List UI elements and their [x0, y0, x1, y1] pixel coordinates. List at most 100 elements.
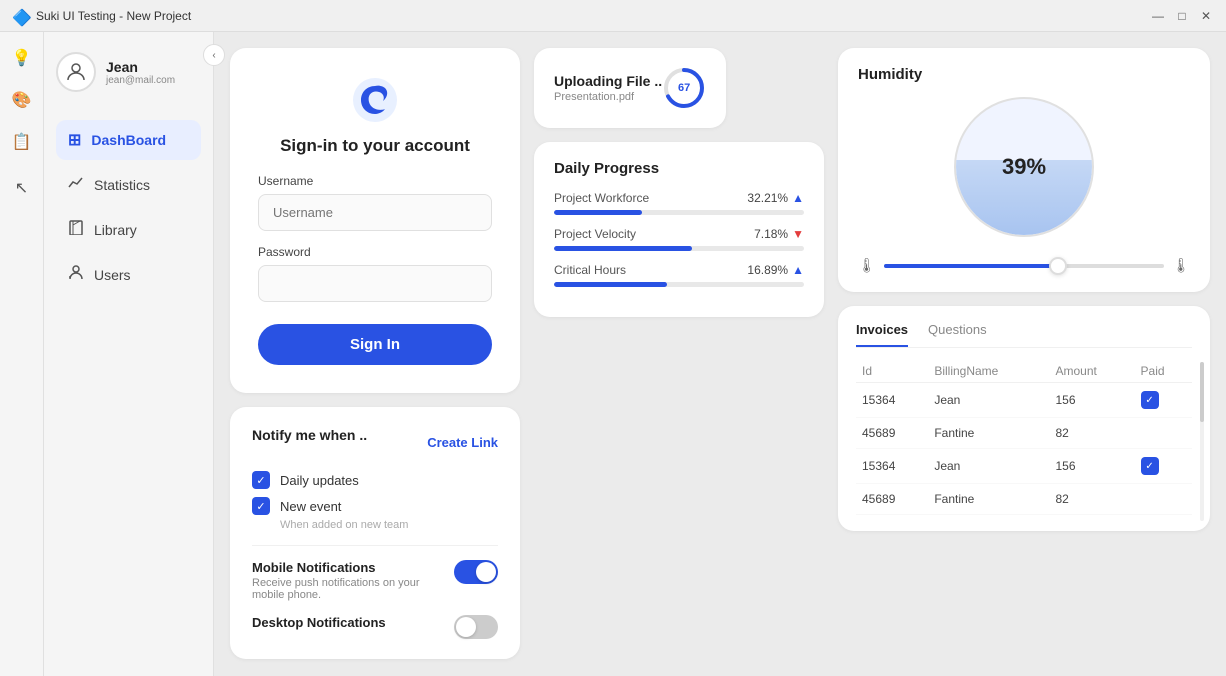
sidebar-item-statistics[interactable]: Statistics [56, 164, 201, 205]
daily-progress-title: Daily Progress [554, 160, 804, 177]
humidity-slider[interactable] [884, 264, 1164, 268]
mobile-notifications-toggle[interactable] [454, 560, 498, 584]
sidebar-item-dashboard[interactable]: ⊞ DashBoard [56, 120, 201, 160]
desktop-notifications-title: Desktop Notifications [252, 615, 386, 630]
table-header-row: Id BillingName Amount Paid [856, 360, 1192, 383]
progress-row-velocity: Project Velocity 7.18% ▼ [554, 227, 804, 251]
thermo-left-icon: 🌡 [858, 257, 876, 274]
checkbox-daily-updates[interactable]: ✓ Daily updates [252, 471, 498, 489]
slider-thumb[interactable] [1049, 257, 1067, 275]
notify-card: Notify me when .. Create Link ✓ Daily up… [230, 407, 520, 659]
critical-label: Critical Hours [554, 263, 626, 277]
signin-logo [351, 76, 399, 124]
cell-amount: 156 [1050, 383, 1135, 418]
toggle-thumb-desktop [456, 617, 476, 637]
velocity-value: 7.18% ▼ [754, 227, 804, 241]
upload-progress-circle: 67 [662, 66, 706, 110]
col-paid: Paid [1135, 360, 1192, 383]
new-event-checkbox[interactable]: ✓ [252, 497, 270, 515]
cell-amount: 82 [1050, 418, 1135, 449]
tab-questions[interactable]: Questions [928, 322, 987, 347]
sidebar: ‹ Jean jean@mail.com ⊞ DashBoard [44, 32, 214, 676]
username-input[interactable] [258, 194, 492, 231]
titlebar: 🔷 Suki UI Testing - New Project — □ ✕ [0, 0, 1226, 32]
cursor-icon: ↖ [8, 174, 36, 202]
palette-icon[interactable]: 🎨 [8, 86, 36, 114]
divider [252, 545, 498, 546]
upload-percent: 67 [678, 82, 690, 94]
cell-paid [1135, 484, 1192, 515]
cell-id: 45689 [856, 484, 928, 515]
maximize-button[interactable]: □ [1174, 8, 1190, 24]
checkbox-new-event[interactable]: ✓ New event [252, 497, 498, 515]
invoices-card: Invoices Questions Id BillingName Amount… [838, 306, 1210, 531]
password-label: Password [258, 245, 492, 259]
daily-progress-card: Daily Progress Project Workforce 32.21% … [534, 142, 824, 317]
sidebar-collapse-button[interactable]: ‹ [203, 44, 225, 66]
notify-title: Notify me when .. [252, 427, 367, 443]
workforce-bar [554, 210, 804, 215]
cell-paid: ✓ [1135, 449, 1192, 484]
scrollbar-thumb[interactable] [1200, 362, 1204, 422]
humidity-percentage: 39% [1002, 154, 1046, 180]
sidebar-item-label-dashboard: DashBoard [91, 132, 166, 148]
desktop-notifications-row: Desktop Notifications [252, 615, 498, 639]
sidebar-item-label-statistics: Statistics [94, 177, 150, 193]
humidity-card: Humidity 39% 🌡 🌡 [838, 48, 1210, 292]
daily-updates-checkbox[interactable]: ✓ [252, 471, 270, 489]
up-arrow-icon: ▲ [792, 191, 804, 205]
create-link-button[interactable]: Create Link [427, 435, 498, 450]
tab-invoices[interactable]: Invoices [856, 322, 908, 347]
workforce-label: Project Workforce [554, 191, 649, 205]
app-container: 💡 🎨 📋 ↖ ‹ Jean jean@mail.com ⊞ DashBoard [0, 32, 1226, 676]
new-event-label: New event [280, 499, 341, 514]
signin-button[interactable]: Sign In [258, 324, 492, 365]
col-amount: Amount [1050, 360, 1135, 383]
lightbulb-icon[interactable]: 💡 [8, 44, 36, 72]
table-row: 15364 Jean 156 ✓ [856, 449, 1192, 484]
password-input[interactable] [258, 265, 492, 302]
progress-row-workforce: Project Workforce 32.21% ▲ [554, 191, 804, 215]
minimize-button[interactable]: — [1150, 8, 1166, 24]
critical-bar-fill [554, 282, 667, 287]
mobile-notifications-row: Mobile Notifications Receive push notifi… [252, 560, 498, 601]
library-icon [68, 219, 84, 240]
humidity-title: Humidity [858, 66, 922, 83]
app-icon: 🔷 [12, 8, 28, 24]
mobile-notifications-info: Mobile Notifications Receive push notifi… [252, 560, 454, 601]
sidebar-item-library[interactable]: Library [56, 209, 201, 250]
paid-checkbox[interactable]: ✓ [1141, 457, 1159, 475]
desktop-notifications-info: Desktop Notifications [252, 615, 386, 630]
users-icon [68, 264, 84, 285]
invoice-table-body: 15364 Jean 156 ✓ 45689 Fantine 82 15364 … [856, 383, 1192, 515]
username-group: Username [258, 174, 492, 231]
mobile-notifications-title: Mobile Notifications [252, 560, 454, 575]
close-button[interactable]: ✕ [1198, 8, 1214, 24]
icon-toolbar: 💡 🎨 📋 ↖ [0, 32, 44, 676]
invoices-table: Id BillingName Amount Paid 15364 Jean 15… [856, 360, 1192, 515]
password-group: Password [258, 245, 492, 302]
sidebar-item-users[interactable]: Users [56, 254, 201, 295]
humidity-gauge: 39% [954, 97, 1094, 237]
critical-value: 16.89% ▲ [747, 263, 804, 277]
velocity-label: Project Velocity [554, 227, 636, 241]
user-email: jean@mail.com [106, 75, 175, 86]
statistics-icon [68, 174, 84, 195]
table-row: 45689 Fantine 82 [856, 418, 1192, 449]
cell-amount: 156 [1050, 449, 1135, 484]
desktop-notifications-toggle[interactable] [454, 615, 498, 639]
paid-checkbox[interactable]: ✓ [1141, 391, 1159, 409]
user-name: Jean [106, 59, 175, 75]
humidity-slider-row: 🌡 🌡 [858, 257, 1190, 274]
velocity-bar-fill [554, 246, 692, 251]
up-arrow-critical-icon: ▲ [792, 263, 804, 277]
dashboard-icon: ⊞ [68, 130, 81, 150]
upload-subtitle: Presentation.pdf [554, 91, 662, 103]
col-billing: BillingName [928, 360, 1049, 383]
daily-updates-label: Daily updates [280, 473, 359, 488]
col2: Uploading File .. Presentation.pdf 67 Da… [534, 48, 824, 317]
toggle-thumb [476, 562, 496, 582]
cell-paid: ✓ [1135, 383, 1192, 418]
username-label: Username [258, 174, 492, 188]
copy-icon[interactable]: 📋 [8, 128, 36, 156]
